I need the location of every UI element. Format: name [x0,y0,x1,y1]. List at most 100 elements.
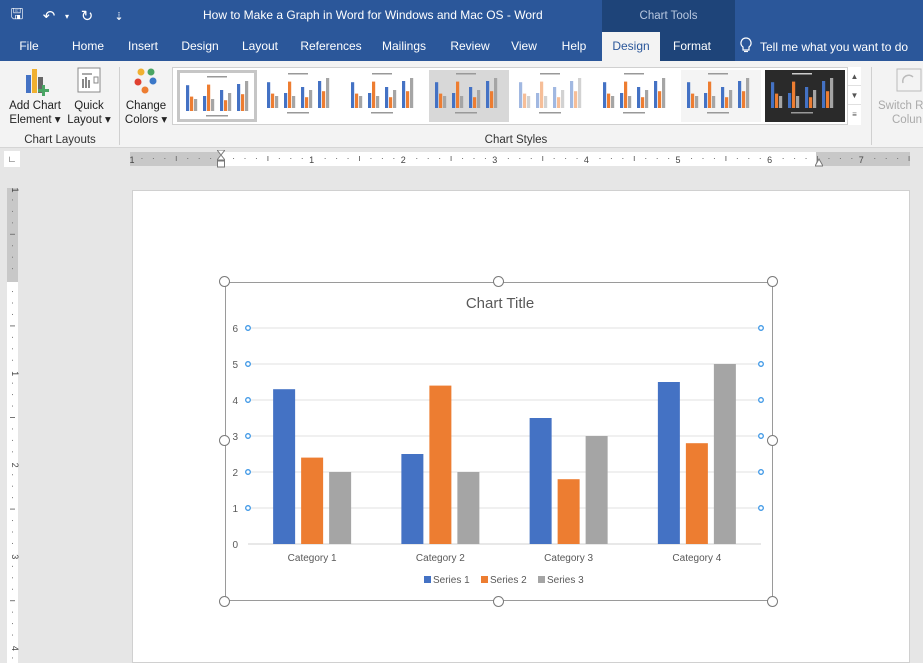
gridline-handle-left[interactable] [245,325,251,331]
resize-handle-right[interactable] [767,435,778,446]
ruler-tick [656,158,658,159]
preview-bar [578,78,582,108]
bar-series-2[interactable] [557,479,580,544]
bar-series-1[interactable] [273,389,296,544]
legend-swatch[interactable] [424,576,431,583]
change-colors-button[interactable]: Change Colors ▾ [124,65,168,127]
preview-bar [228,93,232,111]
gridline-handle-right[interactable] [758,397,764,403]
chart-style-preview [603,73,666,114]
indent-marker[interactable] [215,149,227,168]
chart-object[interactable]: Chart Title 0 1 2 3 4 5 6 Category 1 Category 2 Ca… [225,282,773,601]
chart-style-thumbnail[interactable] [765,70,845,122]
chart-style-thumbnail[interactable] [597,70,677,122]
chart-style-thumbnail[interactable] [681,70,761,122]
gridline-handle-left[interactable] [245,361,251,367]
gallery-scroll-down[interactable]: ▼ [848,86,861,105]
ruler-tick [10,417,15,418]
tab-references[interactable]: References [300,32,362,61]
resize-handle-bottom-left[interactable] [219,596,230,607]
gridline-handle-right[interactable] [758,469,764,475]
tab-file[interactable]: File [14,32,44,61]
bar-series-2[interactable] [301,457,324,544]
ruler-tick [473,158,475,159]
ruler-tick [610,158,612,159]
tab-mailings[interactable]: Mailings [380,32,428,61]
gridline-handle-left[interactable] [245,433,251,439]
chart-style-thumbnail[interactable] [177,70,257,122]
switch-row-column-button[interactable]: Switch R Colun [878,65,923,127]
tab-insert[interactable]: Insert [126,32,160,61]
customize-qat-icon[interactable]: ⇣ [108,6,130,26]
gridline-handle-right[interactable] [758,505,764,511]
bar-series-1[interactable] [657,382,680,544]
preview-legend [539,112,561,114]
gridline-handle-right[interactable] [758,361,764,367]
document-title: How to Make a Graph in Word for Windows … [203,8,543,22]
bar-series-1[interactable] [401,454,424,544]
preview-bar [288,81,292,108]
resize-handle-left[interactable] [219,435,230,446]
preview-bar [641,97,645,108]
chart-title[interactable]: Chart Title [466,295,534,312]
quick-layout-button[interactable]: Quick Layout ▾ [66,65,112,127]
gallery-more-button[interactable]: ≡ [848,105,861,124]
bar-series-1[interactable] [529,418,552,544]
add-chart-element-button[interactable]: Add Chart Element ▾ [6,65,64,127]
legend-label[interactable]: Series 3 [547,575,584,586]
gridline-handle-right[interactable] [758,325,764,331]
chart-style-thumbnail[interactable] [513,70,593,122]
legend-swatch[interactable] [481,576,488,583]
tab-design[interactable]: Design [180,32,220,61]
tab-review[interactable]: Review [449,32,491,61]
tab-layout[interactable]: Layout [240,32,280,61]
preview-bar [796,96,800,108]
gridline-handle-left[interactable] [245,469,251,475]
bar-series-3[interactable] [329,472,352,544]
ruler-tick [885,158,887,159]
right-indent-marker[interactable] [814,156,824,167]
legend-label[interactable]: Series 2 [490,575,527,586]
bar-series-2[interactable] [429,385,452,544]
bar-series-3[interactable] [457,472,480,544]
legend-label[interactable]: Series 1 [433,575,470,586]
ruler-tick [12,565,13,567]
ruler-tick [233,158,235,159]
resize-handle-top[interactable] [493,276,504,287]
gridline-handle-left[interactable] [245,397,251,403]
preview-bar [237,84,241,111]
bar-series-2[interactable] [685,443,708,544]
chart-style-thumbnail[interactable] [261,70,341,122]
resize-handle-bottom[interactable] [493,596,504,607]
gridline-handle-right[interactable] [758,433,764,439]
chart-style-thumbnail[interactable] [429,70,509,122]
tab-help[interactable]: Help [559,32,589,61]
ruler-tick [553,158,555,159]
gridline-handle-left[interactable] [245,505,251,511]
tab-home[interactable]: Home [70,32,106,61]
ruler-tick [12,577,13,579]
resize-handle-top-left[interactable] [219,276,230,287]
bar-series-3[interactable] [713,364,736,544]
chart-style-thumbnail[interactable] [345,70,425,122]
x-tick-label: Category 3 [544,553,593,564]
resize-handle-bottom-right[interactable] [767,596,778,607]
resize-handle-top-right[interactable] [767,276,778,287]
add-chart-element-label-2: Element ▾ [9,114,61,126]
undo-dropdown-icon[interactable]: ▾ [56,6,78,26]
tab-view[interactable]: View [509,32,539,61]
save-icon[interactable]: 🖫 [6,6,28,26]
tab-chart-design[interactable]: Design [602,32,660,61]
ruler-ticks: 1 1 2 3 4 [10,187,20,659]
bar-series-3[interactable] [585,436,608,544]
ruler-label: 1 [309,155,314,165]
quick-layout-label-1: Quick [74,100,104,112]
tab-chart-format[interactable]: Format [667,32,717,61]
legend-swatch[interactable] [538,576,545,583]
chart-canvas[interactable]: Chart Title 0 1 2 3 4 5 6 Category 1 Category 2 Ca… [226,283,774,602]
ruler-label: 5 [675,155,680,165]
redo-icon[interactable]: ↻ [76,6,98,26]
gallery-scroll-up[interactable]: ▲ [848,67,861,86]
chart-style-preview [351,73,414,114]
tell-me-search[interactable]: Tell me what you want to do [740,32,908,61]
